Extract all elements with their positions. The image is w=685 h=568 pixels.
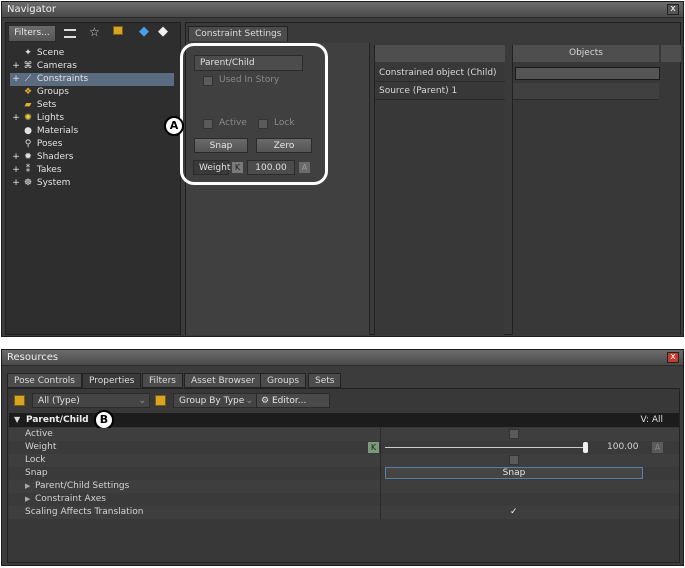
callout-a: A [164, 116, 184, 136]
system-icon: ☸ [23, 178, 33, 188]
constraint-list-pane: Constrained object (Child) Source (Paren… [374, 45, 505, 335]
takes-icon: ⁑ [25, 165, 31, 175]
row-lock: Lock [9, 454, 679, 467]
constraint-icon: ⟋ [24, 74, 32, 84]
callout-b: B [94, 410, 114, 430]
tab-pose-controls[interactable]: Pose Controls [7, 373, 82, 388]
column-divider [380, 428, 381, 519]
navigator-window: Navigator x Filters... ☆ ◆ ◆ ✦ Scene + ⌘ … [1, 1, 684, 337]
row-scaling: Scaling Affects Translation ✓ [9, 506, 679, 519]
scene-icon: ✦ [24, 48, 32, 58]
row-active: Active [9, 428, 679, 441]
gear-icon: ⚙ [261, 396, 270, 406]
tree-item-shaders[interactable]: + ✹ Shaders [10, 151, 73, 164]
pose-icon: ⚲ [24, 139, 32, 149]
tab-asset-browser[interactable]: Asset Browser [184, 373, 262, 388]
row-constraint-axes[interactable]: ▶ Constraint Axes [9, 493, 679, 506]
resources-window: Resources x Pose Controls Properties Fil… [1, 349, 684, 566]
lock-icon[interactable] [113, 26, 123, 35]
constrained-object-slot[interactable] [515, 67, 660, 80]
view-all-label: V: All [640, 415, 663, 425]
editor-button[interactable]: ⚙ Editor... [256, 393, 330, 408]
row-weight: Weight K 100.00 A [9, 441, 679, 454]
triangle-right-icon: ▶ [25, 495, 31, 503]
scaling-checkbox[interactable]: ✓ [510, 506, 518, 519]
constrained-object-row[interactable]: Constrained object (Child) [375, 65, 505, 82]
group-by-dropdown[interactable]: Group By Type ⌄ [173, 393, 257, 408]
section-title: Parent/Child [26, 415, 89, 425]
tab-filters[interactable]: Filters [142, 373, 183, 388]
groups-icon: ❖ [23, 87, 33, 97]
weight-slider-handle[interactable] [583, 442, 588, 453]
weight-anim-button[interactable]: A [652, 442, 663, 453]
tab-constraint-settings[interactable]: Constraint Settings [188, 26, 289, 42]
navigator-close-button[interactable]: x [667, 4, 679, 15]
triangle-right-icon: ▶ [25, 482, 31, 490]
filters-button[interactable]: Filters... [8, 25, 56, 42]
tab-sets[interactable]: Sets [308, 373, 342, 388]
tree-item-lights[interactable]: + ✺ Lights [10, 112, 64, 125]
objects-pane: Objects [512, 45, 681, 335]
constraint-settings-pane: Constraint Settings Parent/Child Used In… [164, 22, 681, 335]
material-icon: ● [24, 126, 32, 136]
lock-filter-icon[interactable] [155, 395, 166, 406]
navigator-tree-pane: Filters... ☆ ◆ ◆ ✦ Scene + ⌘ Cameras + ⟋ C… [5, 22, 181, 335]
lock-icon[interactable] [14, 395, 25, 406]
chevron-down-icon: ⌄ [245, 396, 253, 406]
lock-checkbox[interactable] [509, 455, 519, 465]
source-row[interactable]: Source (Parent) 1 [375, 83, 505, 100]
settings-panel: Parent/Child Used In Story Active Lock S… [164, 43, 370, 335]
objects-header-extra [661, 45, 681, 62]
tree-item-groups[interactable]: ❖ Groups [10, 86, 69, 99]
snap-button[interactable]: Snap [385, 467, 643, 479]
light-icon: ✺ [24, 113, 32, 123]
property-rows: Active Weight K 100.00 A Lock Snap Snap [9, 428, 679, 519]
weight-key-button[interactable]: K [368, 442, 379, 453]
tree-item-sets[interactable]: ▰ Sets [10, 99, 57, 112]
arrow-right-icon[interactable]: ◆ [158, 24, 168, 39]
row-parent-child-settings[interactable]: ▶ Parent/Child Settings [9, 480, 679, 493]
tree-item-materials[interactable]: ● Materials [10, 125, 78, 138]
type-filter-dropdown[interactable]: All (Type) ⌄ [32, 393, 150, 408]
tree-item-cameras[interactable]: + ⌘ Cameras [10, 60, 77, 73]
list-view-icon[interactable] [64, 29, 76, 38]
shader-icon: ✹ [24, 152, 32, 162]
objects-header: Objects [513, 45, 659, 62]
navigator-title: Navigator [2, 2, 683, 18]
folder-icon: ▰ [24, 100, 32, 110]
tree-item-system[interactable]: + ☸ System [10, 177, 70, 190]
weight-slider-fill [385, 447, 585, 448]
tree-item-takes[interactable]: + ⁑ Takes [10, 164, 61, 177]
tree-item-poses[interactable]: ⚲ Poses [10, 138, 63, 151]
triangle-down-icon: ▼ [14, 415, 21, 424]
resources-title: Resources [2, 350, 683, 366]
resources-tabs: Pose Controls Properties Filters Asset B… [7, 373, 677, 389]
arrow-left-icon[interactable]: ◆ [139, 24, 149, 39]
tab-groups[interactable]: Groups [260, 373, 307, 388]
star-filter-icon[interactable]: ☆ [89, 25, 100, 39]
properties-panel: All (Type) ⌄ Group By Type ⌄ ⚙ Editor...… [7, 388, 680, 563]
source-object-slot[interactable] [513, 83, 659, 100]
tree-item-constraints[interactable]: + ⟋ Constraints [10, 73, 174, 86]
tree-list: ✦ Scene + ⌘ Cameras + ⟋ Constraints ❖ Grou… [10, 47, 180, 207]
highlight-frame [180, 43, 328, 185]
chevron-down-icon: ⌄ [138, 396, 146, 406]
tree-item-scene[interactable]: ✦ Scene [10, 47, 64, 60]
constraint-list-header [375, 45, 505, 62]
camera-icon: ⌘ [23, 61, 33, 71]
active-checkbox[interactable] [509, 429, 519, 439]
row-snap: Snap Snap [9, 467, 679, 480]
tab-properties[interactable]: Properties [82, 373, 142, 388]
weight-value[interactable]: 100.00 [607, 441, 639, 454]
resources-close-button[interactable]: x [667, 352, 679, 363]
